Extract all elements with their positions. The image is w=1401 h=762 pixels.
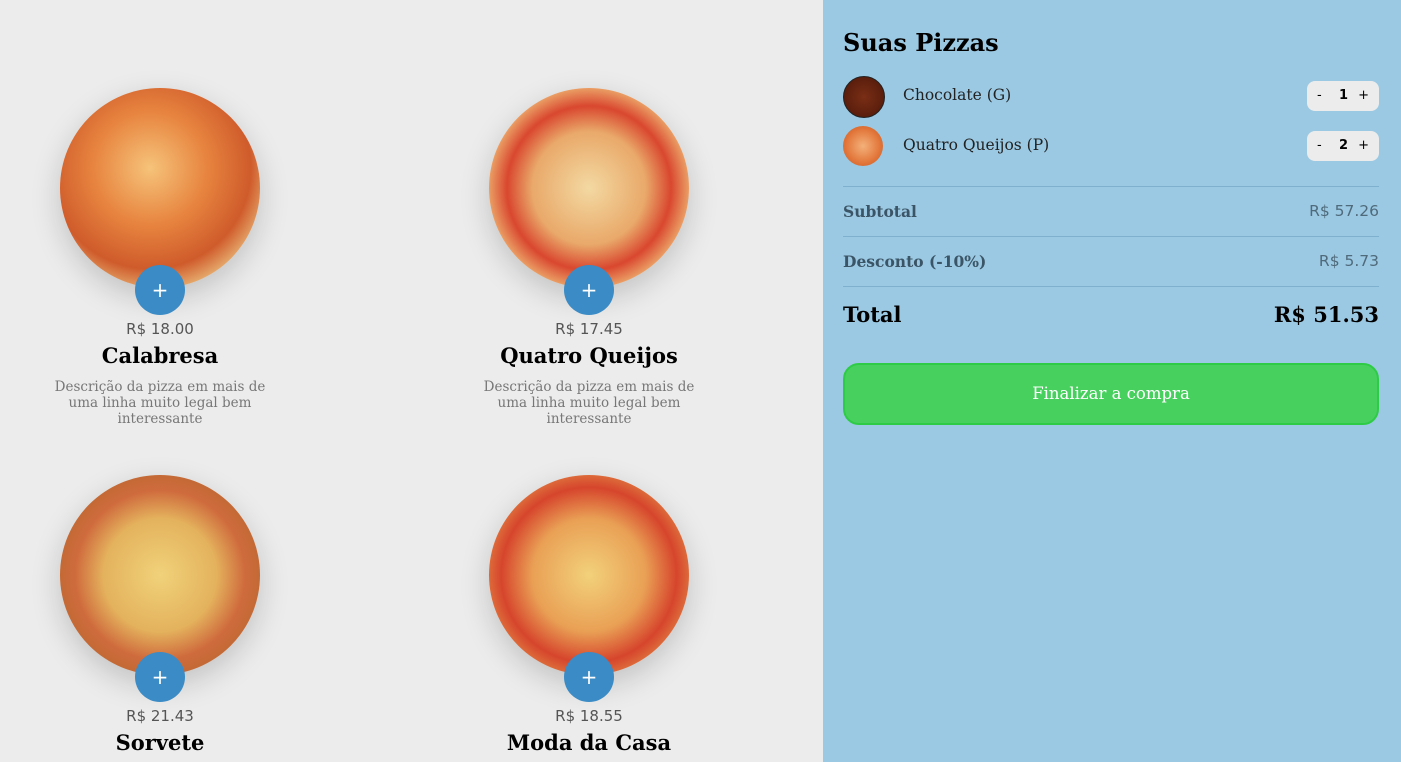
- divider: [843, 236, 1379, 237]
- cart-panel: Suas Pizzas Chocolate (G) - 1 + Quatro Q…: [823, 0, 1401, 762]
- pizza-price: R$ 21.43: [126, 707, 194, 725]
- increase-button[interactable]: +: [1358, 88, 1369, 103]
- subtotal-value: R$ 57.26: [1309, 202, 1379, 220]
- total-label: Total: [843, 302, 902, 327]
- subtotal-label: Subtotal: [843, 202, 917, 221]
- pizza-image: [60, 475, 260, 675]
- checkout-button[interactable]: Finalizar a compra: [843, 363, 1379, 425]
- pizza-menu: + R$ 18.00 Calabresa Descrição da pizza …: [0, 0, 823, 762]
- pizza-name: Calabresa: [101, 343, 219, 368]
- pizza-price: R$ 17.45: [555, 320, 623, 338]
- pizza-description: Descrição da pizza em mais de uma linha …: [483, 379, 695, 427]
- add-pizza-button[interactable]: +: [135, 652, 185, 702]
- pizza-description: Descrição da pizza em mais de uma linha …: [54, 379, 266, 427]
- pizza-name: Quatro Queijos: [500, 343, 678, 368]
- pizza-image: [489, 475, 689, 675]
- cart-item-name: Chocolate (G): [903, 86, 1012, 104]
- cart-title: Suas Pizzas: [843, 28, 999, 57]
- add-pizza-button[interactable]: +: [135, 265, 185, 315]
- quantity-value: 2: [1339, 138, 1349, 153]
- add-pizza-button[interactable]: +: [564, 652, 614, 702]
- total-value: R$ 51.53: [1273, 302, 1379, 327]
- divider: [843, 186, 1379, 187]
- cart-item-thumbnail: [843, 76, 885, 118]
- cart-item: Quatro Queijos (P) - 2 +: [843, 126, 1379, 166]
- pizza-price: R$ 18.55: [555, 707, 623, 725]
- pizza-price: R$ 18.00: [126, 320, 194, 338]
- pizza-image: [60, 88, 260, 288]
- quantity-stepper: - 1 +: [1307, 81, 1379, 111]
- discount-value: R$ 5.73: [1318, 252, 1379, 270]
- pizza-name: Moda da Casa: [506, 730, 672, 755]
- decrease-button[interactable]: -: [1317, 88, 1322, 103]
- cart-item-name: Quatro Queijos (P): [903, 136, 1050, 154]
- increase-button[interactable]: +: [1358, 138, 1369, 153]
- add-pizza-button[interactable]: +: [564, 265, 614, 315]
- pizza-name: Sorvete: [115, 730, 205, 755]
- cart-item: Chocolate (G) - 1 +: [843, 76, 1379, 118]
- discount-label: Desconto (-10%): [843, 252, 987, 271]
- cart-item-thumbnail: [843, 126, 883, 166]
- decrease-button[interactable]: -: [1317, 138, 1322, 153]
- divider: [843, 286, 1379, 287]
- quantity-stepper: - 2 +: [1307, 131, 1379, 161]
- pizza-image: [489, 88, 689, 288]
- quantity-value: 1: [1339, 88, 1349, 103]
